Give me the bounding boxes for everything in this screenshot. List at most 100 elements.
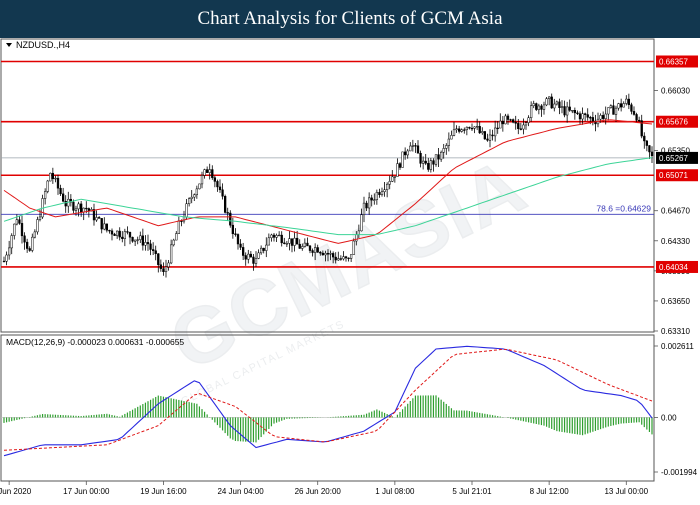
candle (421, 156, 425, 170)
time-tick-label: 1 Jul 08:00 (375, 487, 415, 496)
candle (169, 239, 173, 265)
candle (573, 107, 577, 120)
candle-body (373, 199, 376, 201)
candle (257, 249, 260, 260)
macd-tick-label: 0.00 (661, 413, 677, 422)
candle-body (637, 119, 641, 122)
candle (630, 102, 633, 115)
candle-body (244, 255, 247, 260)
candle-body (97, 217, 101, 219)
candle-body (172, 239, 175, 246)
candle (36, 216, 39, 235)
candle-body (123, 231, 127, 239)
candle-body (285, 243, 289, 245)
candle (535, 102, 538, 112)
candle (576, 110, 579, 115)
candle (20, 215, 24, 244)
candle (203, 168, 206, 179)
candle-body (221, 189, 224, 197)
candle (259, 245, 263, 255)
candle-body (355, 234, 358, 242)
candle-body (378, 192, 381, 195)
candle-body (545, 98, 548, 106)
candle-body (13, 223, 16, 236)
candle-body (290, 238, 294, 246)
candle (69, 194, 73, 207)
candle-body (439, 151, 443, 160)
candle-body (529, 105, 533, 118)
candle (447, 132, 451, 152)
candle (486, 133, 489, 142)
candle (64, 195, 67, 213)
candle (558, 98, 561, 115)
candle (234, 228, 237, 237)
candle-body (535, 103, 538, 110)
candle (504, 113, 507, 125)
candle-body (85, 207, 88, 210)
candle-body (154, 250, 157, 254)
candle (391, 170, 394, 183)
candle (475, 118, 479, 131)
level-price-tag-label: 0.64034 (659, 263, 688, 272)
candle-body (241, 247, 245, 256)
candle (568, 99, 571, 112)
candle (632, 106, 636, 116)
candle-body (110, 230, 114, 235)
candle-body (236, 234, 240, 245)
candle-body (51, 172, 55, 180)
candle (499, 113, 502, 129)
candle-body (319, 251, 322, 254)
candle (617, 102, 620, 111)
symbol-label[interactable]: NZDUSD.,H4 (6, 40, 70, 50)
candle-body (267, 237, 271, 246)
candle (95, 210, 98, 222)
candle (249, 251, 253, 258)
candle (619, 98, 623, 112)
candle (151, 242, 155, 256)
candle-body (131, 236, 134, 242)
candle-body (33, 231, 37, 238)
candle-body (95, 217, 98, 221)
candle-body (280, 234, 283, 244)
candle (162, 262, 165, 276)
candle (470, 123, 474, 131)
candle-body (337, 258, 340, 261)
candle (82, 207, 85, 221)
candle-body (162, 268, 165, 272)
candle (136, 236, 139, 245)
candle (452, 121, 456, 137)
candle-body (416, 145, 420, 154)
candle (596, 112, 600, 128)
macd-tick-label: 0.002611 (661, 342, 694, 351)
candle-body (213, 177, 217, 182)
candle-body (113, 233, 116, 236)
candle (18, 215, 21, 225)
candle-body (208, 169, 211, 173)
candle-body (185, 203, 188, 218)
candle-body (488, 134, 492, 141)
candle-body (352, 240, 355, 255)
candle-body (252, 256, 255, 264)
candle (172, 238, 175, 247)
candle-body (293, 237, 296, 246)
candle-body (159, 264, 163, 269)
candle (388, 175, 391, 190)
candle (141, 228, 145, 251)
candle (565, 101, 569, 123)
candle-body (133, 239, 137, 242)
candle (439, 150, 443, 162)
candle (56, 174, 60, 195)
candle-body (301, 246, 304, 249)
candle (383, 181, 386, 197)
candle-body (457, 128, 461, 132)
candle-body (506, 115, 510, 120)
candle-body (144, 242, 147, 246)
candle (241, 242, 245, 261)
candle-body (303, 242, 307, 247)
candle (236, 233, 240, 250)
candle (87, 207, 91, 218)
candle-body (259, 247, 263, 254)
candle (113, 232, 116, 236)
candle-body (365, 202, 368, 209)
candle-body (612, 105, 615, 115)
